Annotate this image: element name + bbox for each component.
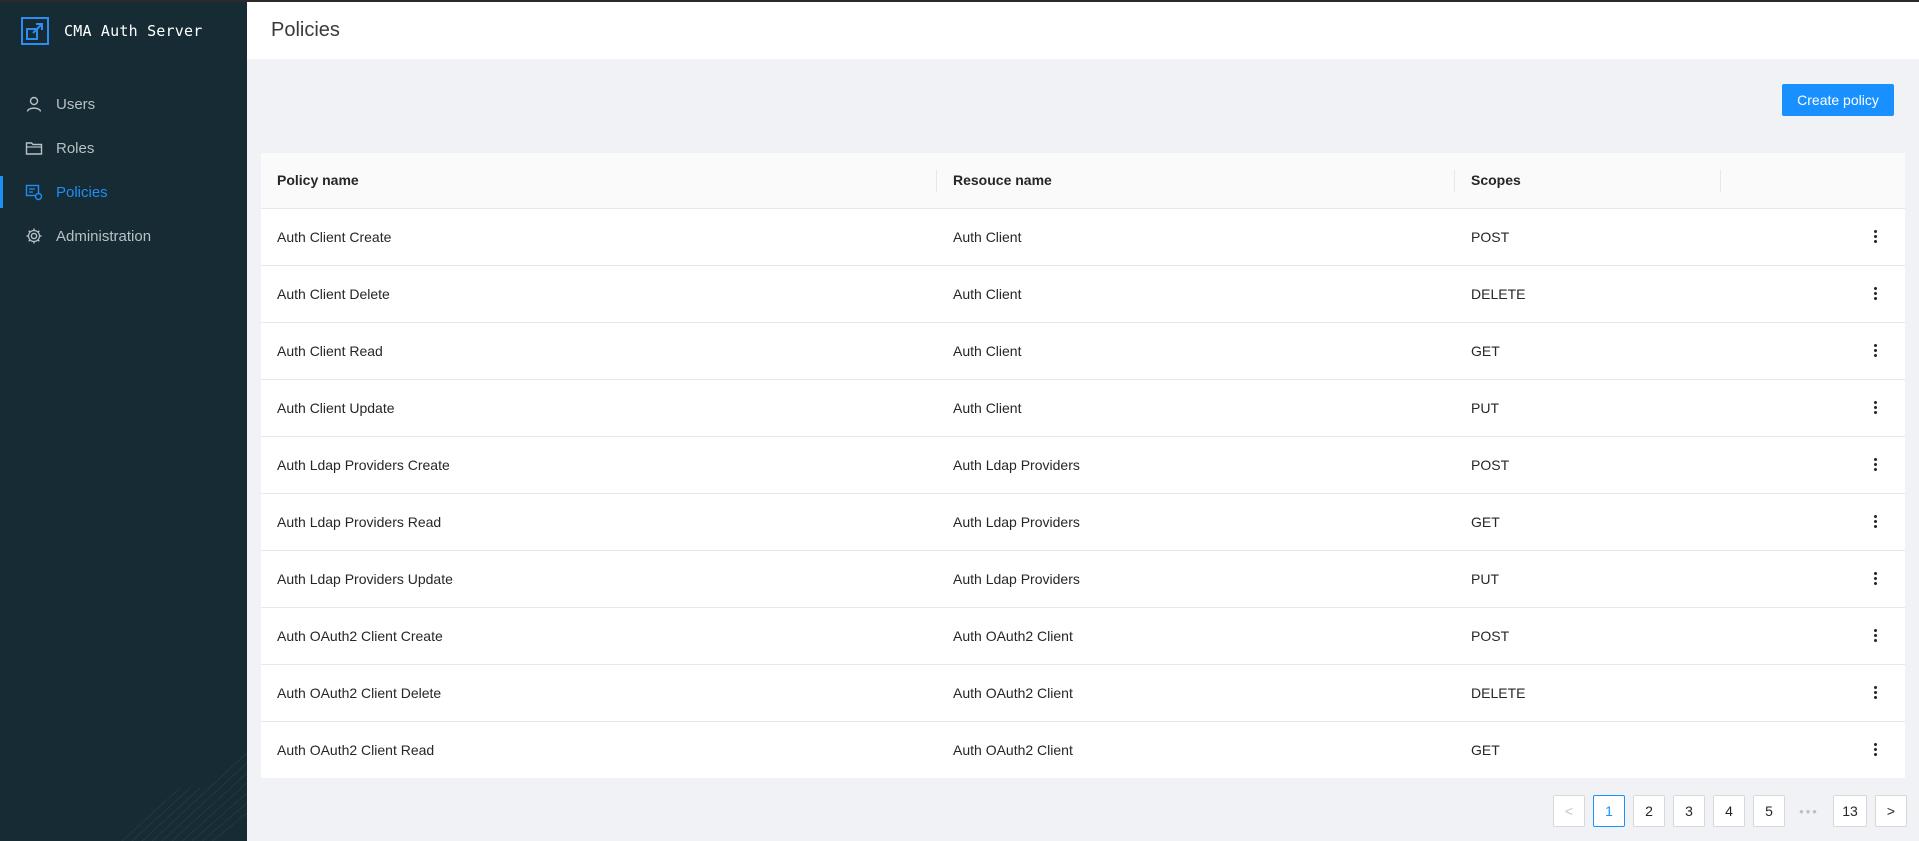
table-row[interactable]: Auth OAuth2 Client Read Auth OAuth2 Clie… (261, 721, 1905, 778)
actions-cell (1721, 664, 1905, 722)
policy-name-cell: Auth Ldap Providers Create (261, 436, 937, 494)
page-button-last[interactable]: 13 (1833, 795, 1867, 827)
policy-name-cell: Auth Client Update (261, 379, 937, 437)
more-vertical-icon[interactable] (1869, 626, 1881, 646)
next-page-button[interactable]: > (1875, 795, 1907, 827)
more-vertical-icon[interactable] (1869, 284, 1881, 304)
sidebar-item-label: Roles (56, 139, 95, 157)
table-row[interactable]: Auth Client Read Auth Client GET (261, 322, 1905, 380)
create-policy-button[interactable]: Create policy (1782, 84, 1894, 116)
actions-cell (1721, 493, 1905, 551)
more-vertical-icon[interactable] (1869, 683, 1881, 703)
resource-name-cell: Auth OAuth2 Client (937, 664, 1455, 722)
policy-name-cell: Auth OAuth2 Client Create (261, 607, 937, 665)
user-icon (24, 94, 44, 114)
resource-name-cell: Auth Client (937, 322, 1455, 380)
sidebar-nav: Users Roles Policies Administration (0, 82, 247, 258)
scope-cell: PUT (1455, 550, 1721, 608)
table-header-row: Policy name Resouce name Scopes (261, 153, 1905, 209)
chevron-right-icon: > (1886, 803, 1896, 819)
sidebar-item-label: Administration (56, 227, 152, 245)
column-header-resource-name: Resouce name (937, 153, 1455, 209)
actions-cell (1721, 322, 1905, 380)
gear-icon (24, 226, 44, 246)
table-row[interactable]: Auth Ldap Providers Read Auth Ldap Provi… (261, 493, 1905, 551)
more-vertical-icon[interactable] (1869, 512, 1881, 532)
actions-cell (1721, 436, 1905, 494)
sidebar-item-administration[interactable]: Administration (0, 214, 247, 258)
page-button-5[interactable]: 5 (1753, 795, 1785, 827)
folder-icon (24, 138, 44, 158)
table-row[interactable]: Auth Client Delete Auth Client DELETE (261, 265, 1905, 323)
sidebar-item-policies[interactable]: Policies (0, 170, 247, 214)
column-header-policy-name: Policy name (261, 153, 937, 209)
resource-name-cell: Auth Client (937, 208, 1455, 266)
table-row[interactable]: Auth Ldap Providers Create Auth Ldap Pro… (261, 436, 1905, 494)
policy-name-cell: Auth Client Delete (261, 265, 937, 323)
scope-cell: POST (1455, 208, 1721, 266)
policy-name-cell: Auth Ldap Providers Update (261, 550, 937, 608)
more-vertical-icon[interactable] (1869, 227, 1881, 247)
policy-name-cell: Auth OAuth2 Client Read (277, 741, 435, 758)
more-vertical-icon[interactable] (1869, 740, 1881, 760)
page-header: Policies (247, 2, 1919, 59)
more-vertical-icon[interactable] (1869, 569, 1881, 589)
column-header-scopes: Scopes (1455, 153, 1721, 209)
page-button-1[interactable]: 1 (1593, 795, 1625, 827)
table-row[interactable]: Auth OAuth2 Client Create Auth OAuth2 Cl… (261, 607, 1905, 665)
actions-cell (1721, 379, 1905, 437)
resource-name-cell: Auth OAuth2 Client (937, 607, 1455, 665)
actions-cell (1721, 265, 1905, 323)
policy-name-cell: Auth OAuth2 Client Delete (261, 664, 937, 722)
actions-cell (1721, 550, 1905, 608)
policy-name-cell: Auth Ldap Providers Read (261, 493, 937, 551)
page-button-4[interactable]: 4 (1713, 795, 1745, 827)
scope-cell: GET (1455, 322, 1721, 380)
sidebar: CMA Auth Server Users Roles Policies Adm… (0, 2, 247, 841)
policy-name-cell: Auth Client Read (261, 322, 937, 380)
resource-name-cell: Auth Ldap Providers (937, 436, 1455, 494)
chevron-left-icon: < (1564, 803, 1574, 819)
actions-cell (1721, 208, 1905, 266)
sidebar-item-label: Policies (56, 183, 108, 201)
app-title: CMA Auth Server (64, 22, 203, 40)
resource-name-cell: Auth Ldap Providers (937, 493, 1455, 551)
pagination: < 1 2 3 4 5 ••• 13 > (1553, 795, 1915, 827)
table-row[interactable]: Auth Client Update Auth Client PUT (261, 379, 1905, 437)
table-row[interactable]: Auth Ldap Providers Update Auth Ldap Pro… (261, 550, 1905, 608)
more-vertical-icon[interactable] (1869, 341, 1881, 361)
table-row[interactable]: Auth Client Create Auth Client POST (261, 208, 1905, 266)
prev-page-button[interactable]: < (1553, 795, 1585, 827)
policy-icon (24, 182, 44, 202)
resource-name-cell: Auth OAuth2 Client (953, 741, 1073, 758)
scope-cell: DELETE (1455, 265, 1721, 323)
resource-name-cell: Auth Client (937, 265, 1455, 323)
scope-cell: PUT (1455, 379, 1721, 437)
scope-cell: DELETE (1455, 664, 1721, 722)
scope-cell: GET (1471, 741, 1500, 758)
scope-cell: POST (1455, 607, 1721, 665)
scope-cell: GET (1455, 493, 1721, 551)
page-ellipsis[interactable]: ••• (1793, 795, 1825, 827)
resource-name-cell: Auth Ldap Providers (937, 550, 1455, 608)
page-button-3[interactable]: 3 (1673, 795, 1705, 827)
sidebar-item-users[interactable]: Users (0, 82, 247, 126)
sidebar-item-roles[interactable]: Roles (0, 126, 247, 170)
column-header-actions (1721, 153, 1905, 209)
table-row[interactable]: Auth OAuth2 Client Delete Auth OAuth2 Cl… (261, 664, 1905, 722)
more-vertical-icon[interactable] (1869, 455, 1881, 475)
actions-cell (1721, 721, 1905, 778)
brand[interactable]: CMA Auth Server (0, 2, 247, 60)
actions-cell (1721, 607, 1905, 665)
resource-name-cell: Auth Client (937, 379, 1455, 437)
policies-table: Policy name Resouce name Scopes Auth Cli… (261, 153, 1905, 778)
more-vertical-icon[interactable] (1869, 398, 1881, 418)
scope-cell: POST (1455, 436, 1721, 494)
policy-name-cell: Auth Client Create (261, 208, 937, 266)
page-button-2[interactable]: 2 (1633, 795, 1665, 827)
page-title: Policies (271, 19, 340, 41)
sidebar-item-label: Users (56, 95, 96, 113)
sidebar-decoration (121, 752, 247, 841)
app-logo-icon (21, 17, 49, 45)
